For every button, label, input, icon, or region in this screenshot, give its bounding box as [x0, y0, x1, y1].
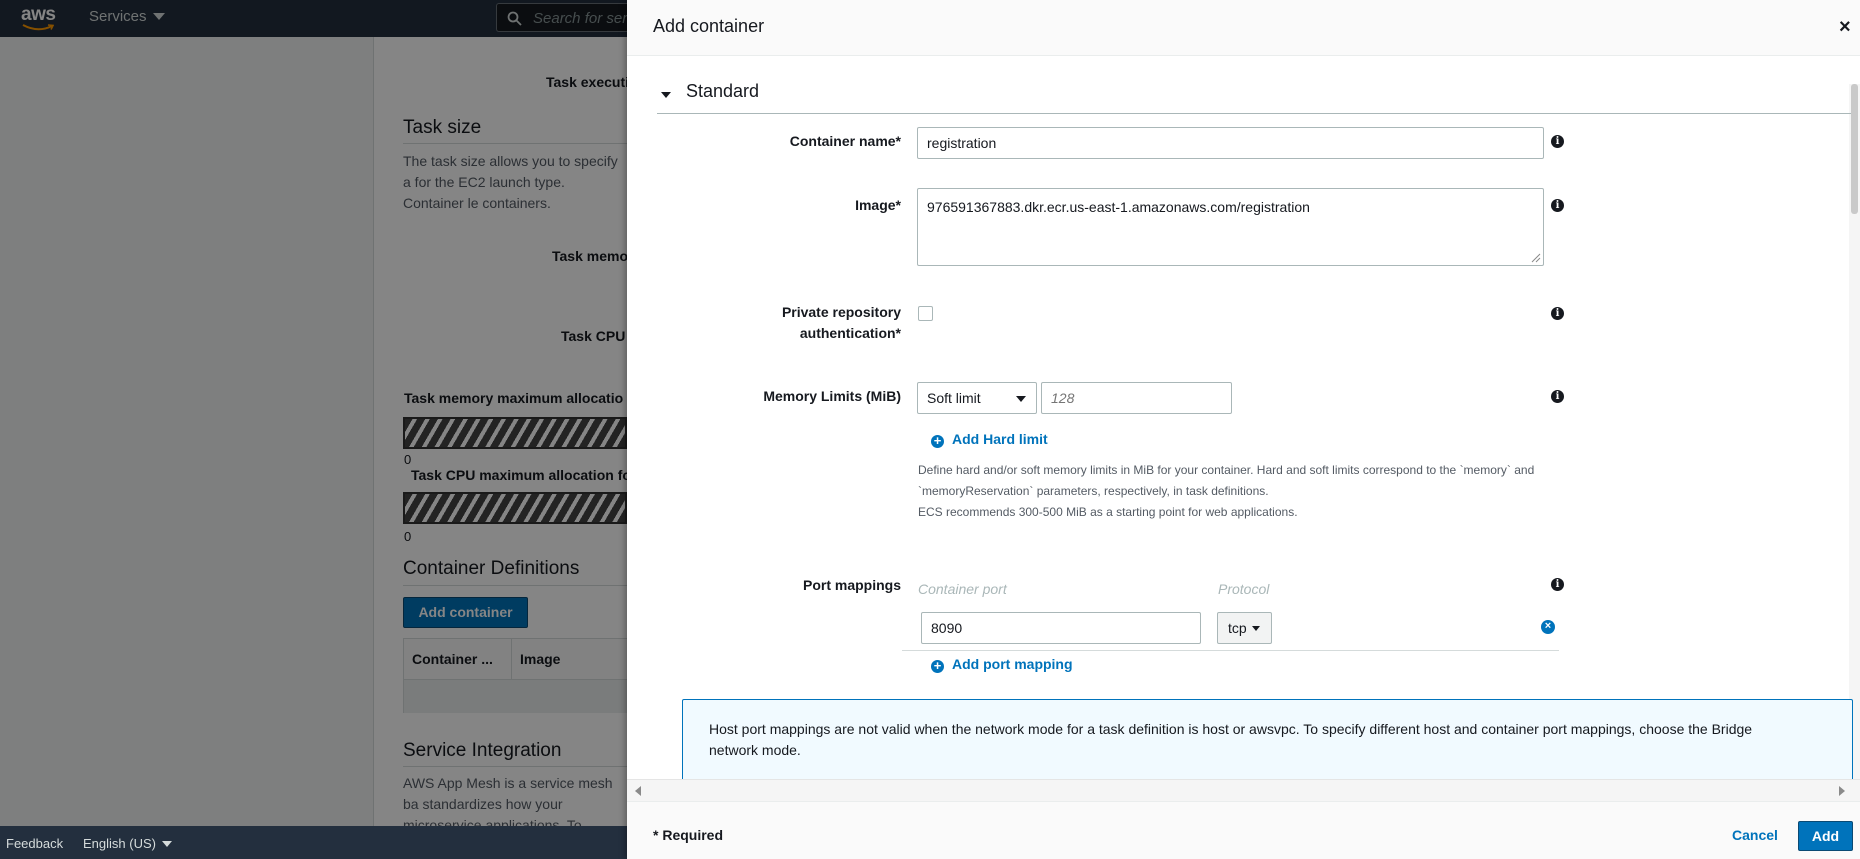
resize-handle-icon[interactable] [1531, 253, 1541, 263]
container-name-label: Container name* [789, 133, 901, 149]
panel-title: Add container [653, 16, 765, 36]
scrollbar-thumb[interactable] [1851, 84, 1858, 214]
image-value: 976591367883.dkr.ecr.us-east-1.amazonaws… [927, 199, 1310, 215]
collapse-caret-icon[interactable] [661, 92, 671, 98]
remove-port-mapping-icon[interactable]: × [1541, 620, 1555, 634]
alert-text: Host port mappings are not valid when th… [709, 721, 1753, 758]
image-textarea[interactable]: 976591367883.dkr.ecr.us-east-1.amazonaws… [917, 188, 1544, 266]
panel-header: Add container × [627, 0, 1860, 56]
plus-circle-icon: + [931, 659, 944, 673]
modal-backdrop[interactable] [0, 0, 627, 859]
caret-down-icon [1252, 626, 1260, 631]
scroll-right-icon[interactable] [1839, 786, 1845, 796]
language-selector[interactable]: English (US) [83, 836, 172, 851]
protocol-select[interactable]: tcp [1217, 612, 1272, 644]
container-name-input[interactable] [917, 127, 1544, 159]
add-port-mapping-link[interactable]: + Add port mapping [931, 656, 1073, 673]
divider [902, 650, 1559, 651]
caret-down-icon [1016, 396, 1026, 402]
protocol-header: Protocol [1218, 581, 1270, 597]
plus-circle-icon: + [931, 434, 944, 448]
add-hard-limit-link[interactable]: + Add Hard limit [931, 431, 1048, 448]
console-footer: Feedback English (US) [0, 826, 627, 859]
info-icon[interactable]: i [1551, 135, 1564, 148]
caret-down-icon [161, 841, 172, 847]
network-mode-alert: Host port mappings are not valid when th… [682, 699, 1853, 779]
memory-limit-type-select[interactable]: Soft limit [917, 382, 1037, 414]
required-note: * Required [653, 827, 724, 843]
horizontal-scrollbar[interactable] [627, 779, 1860, 801]
memory-help-text: Define hard and/or soft memory limits in… [918, 463, 1535, 519]
add-button[interactable]: Add [1798, 821, 1853, 851]
container-port-input[interactable] [921, 612, 1201, 644]
close-icon[interactable]: × [1839, 17, 1851, 37]
feedback-link[interactable]: Feedback [6, 836, 63, 851]
add-container-panel: Add container × Standard Container name*… [627, 0, 1860, 859]
alert-clip: Host port mappings are not valid when th… [627, 699, 1860, 779]
private-repo-checkbox[interactable] [918, 306, 933, 321]
info-icon[interactable]: i [1551, 199, 1564, 212]
port-mappings-label: Port mappings [802, 577, 901, 593]
memory-limit-input[interactable] [1041, 382, 1232, 414]
private-repo-label: Private repository authentication* [781, 304, 901, 341]
cancel-button[interactable]: Cancel [1732, 827, 1778, 843]
info-icon[interactable]: i [1551, 307, 1564, 320]
image-label: Image* [855, 197, 901, 213]
vertical-scrollbar[interactable] [1849, 84, 1860, 784]
scroll-left-icon[interactable] [635, 786, 641, 796]
panel-footer: * Required Cancel Add [627, 801, 1860, 859]
info-icon[interactable]: i [1551, 578, 1564, 591]
section-standard-title[interactable]: Standard [686, 81, 759, 102]
section-divider [657, 113, 1851, 114]
memory-limits-label: Memory Limits (MiB) [763, 388, 901, 404]
container-port-header: Container port [918, 581, 1007, 597]
info-icon[interactable]: i [1551, 390, 1564, 403]
